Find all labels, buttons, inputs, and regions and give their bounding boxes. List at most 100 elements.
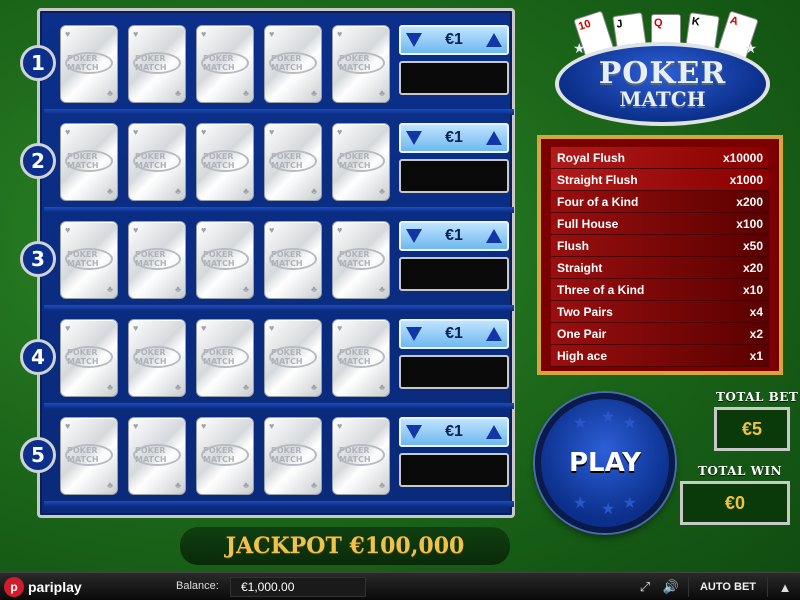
- star-icon: ★: [573, 415, 588, 432]
- card-back[interactable]: ♥ ♣ POKER MATCH: [60, 319, 118, 397]
- club-icon: ♣: [175, 480, 181, 490]
- card-back-logo: POKER MATCH: [65, 52, 113, 74]
- card-back[interactable]: ♥ ♣ POKER MATCH: [60, 417, 118, 495]
- jackpot-banner: JACKPOT €100,000: [180, 527, 510, 565]
- hand-name: One Pair: [557, 326, 607, 341]
- heart-icon: ♥: [269, 421, 275, 431]
- decrease-bet-icon[interactable]: [406, 33, 422, 47]
- card-back[interactable]: ♥ ♣ POKER MATCH: [332, 319, 390, 397]
- card-back[interactable]: ♥ ♣ POKER MATCH: [264, 123, 322, 201]
- paytable-row: Straight Flush x1000: [551, 169, 769, 191]
- bet-control: €1: [399, 221, 509, 251]
- row-win-display: [399, 453, 509, 487]
- fullscreen-icon[interactable]: ⤢: [634, 577, 656, 597]
- card-back-logo: POKER MATCH: [133, 346, 181, 368]
- paytable-row: Flush x50: [551, 235, 769, 257]
- club-icon: ♣: [107, 480, 113, 490]
- card-back-logo: POKER MATCH: [201, 248, 249, 270]
- hand-name: Two Pairs: [557, 304, 613, 319]
- club-icon: ♣: [311, 88, 317, 98]
- balance-value: €1,000.00: [230, 577, 366, 597]
- card-back[interactable]: ♥ ♣ POKER MATCH: [128, 25, 186, 103]
- club-icon: ♣: [379, 88, 385, 98]
- card-back[interactable]: ♥ ♣ POKER MATCH: [196, 319, 254, 397]
- heart-icon: ♥: [269, 127, 275, 137]
- bet-control: €1: [399, 123, 509, 153]
- row-number: 1: [20, 45, 56, 81]
- auto-bet-button[interactable]: AUTO BET: [688, 577, 768, 597]
- card-back-logo: POKER MATCH: [65, 248, 113, 270]
- decrease-bet-icon[interactable]: [406, 425, 422, 439]
- hand-row: 4 ♥ ♣ POKER MATCH ♥ ♣ POKER MATCH ♥ ♣ POKER MATCH…: [20, 315, 514, 409]
- card-back[interactable]: ♥ ♣ POKER MATCH: [60, 221, 118, 299]
- logo-title-poker: POKER: [598, 56, 727, 91]
- heart-icon: ♥: [201, 421, 207, 431]
- row-win-display: [399, 355, 509, 389]
- club-icon: ♣: [379, 480, 385, 490]
- club-icon: ♣: [243, 382, 249, 392]
- card-back[interactable]: ♥ ♣ POKER MATCH: [264, 319, 322, 397]
- hand-payout: x10000: [722, 150, 763, 165]
- heart-icon: ♥: [337, 323, 343, 333]
- card-back[interactable]: ♥ ♣ POKER MATCH: [264, 25, 322, 103]
- increase-bet-icon[interactable]: [485, 131, 502, 145]
- row-number: 3: [20, 241, 56, 277]
- increase-bet-icon[interactable]: [485, 229, 502, 243]
- card-back[interactable]: ♥ ♣ POKER MATCH: [60, 25, 118, 103]
- paytable-row: Full House x100: [551, 213, 769, 235]
- decrease-bet-icon[interactable]: [406, 229, 422, 243]
- card-back[interactable]: ♥ ♣ POKER MATCH: [196, 417, 254, 495]
- row-win-display: [399, 257, 509, 291]
- hand-name: Straight: [557, 260, 603, 275]
- increase-bet-icon[interactable]: [485, 33, 502, 47]
- card-back-logo: POKER MATCH: [133, 444, 181, 466]
- increase-bet-icon[interactable]: [485, 327, 502, 341]
- club-icon: ♣: [107, 284, 113, 294]
- club-icon: ♣: [175, 88, 181, 98]
- play-button[interactable]: ★ ★ ★ ★ ★ ★ PLAY: [535, 393, 675, 533]
- card-back[interactable]: ♥ ♣ POKER MATCH: [264, 417, 322, 495]
- card-back-logo: POKER MATCH: [269, 150, 317, 172]
- card-back[interactable]: ♥ ♣ POKER MATCH: [332, 417, 390, 495]
- card-back[interactable]: ♥ ♣ POKER MATCH: [128, 417, 186, 495]
- decrease-bet-icon[interactable]: [406, 327, 422, 341]
- card-back-logo: POKER MATCH: [337, 248, 385, 270]
- club-icon: ♣: [175, 186, 181, 196]
- hand-name: Flush: [557, 238, 589, 253]
- bet-value: €1: [445, 227, 463, 244]
- card-back[interactable]: ♥ ♣ POKER MATCH: [128, 123, 186, 201]
- card-back[interactable]: ♥ ♣ POKER MATCH: [332, 221, 390, 299]
- heart-icon: ♥: [337, 29, 343, 39]
- card-back[interactable]: ♥ ♣ POKER MATCH: [332, 25, 390, 103]
- hand-row: 5 ♥ ♣ POKER MATCH ♥ ♣ POKER MATCH ♥ ♣ POKER MATCH…: [20, 413, 514, 507]
- card-back[interactable]: ♥ ♣ POKER MATCH: [196, 25, 254, 103]
- hand-payout: x4: [749, 304, 763, 319]
- heart-icon: ♥: [201, 225, 207, 235]
- hand-name: Royal Flush: [557, 150, 626, 165]
- brand-logo: p pariplay: [4, 575, 82, 599]
- hand-name: High ace: [557, 348, 608, 363]
- card-back[interactable]: ♥ ♣ POKER MATCH: [60, 123, 118, 201]
- row-number: 2: [20, 143, 56, 179]
- club-icon: ♣: [311, 480, 317, 490]
- card-back-logo: POKER MATCH: [201, 150, 249, 172]
- paytable: Royal Flush x10000 Straight Flush x1000 Four…: [537, 135, 783, 375]
- hand-payout: x50: [742, 238, 763, 253]
- card-back[interactable]: ♥ ♣ POKER MATCH: [196, 221, 254, 299]
- star-icon: ★: [622, 415, 637, 432]
- total-bet-value: €5: [714, 407, 790, 451]
- sound-icon[interactable]: 🔊: [660, 577, 682, 597]
- card-back[interactable]: ♥ ♣ POKER MATCH: [128, 319, 186, 397]
- card-back[interactable]: ♥ ♣ POKER MATCH: [128, 221, 186, 299]
- heart-icon: ♥: [65, 127, 71, 137]
- club-icon: ♣: [107, 88, 113, 98]
- bet-value: €1: [445, 423, 463, 440]
- card-back[interactable]: ♥ ♣ POKER MATCH: [264, 221, 322, 299]
- card-back-logo: POKER MATCH: [337, 346, 385, 368]
- card-back[interactable]: ♥ ♣ POKER MATCH: [196, 123, 254, 201]
- bet-control: €1: [399, 417, 509, 447]
- decrease-bet-icon[interactable]: [406, 131, 422, 145]
- menu-up-icon[interactable]: ▲: [774, 577, 796, 597]
- increase-bet-icon[interactable]: [485, 425, 502, 439]
- card-back[interactable]: ♥ ♣ POKER MATCH: [332, 123, 390, 201]
